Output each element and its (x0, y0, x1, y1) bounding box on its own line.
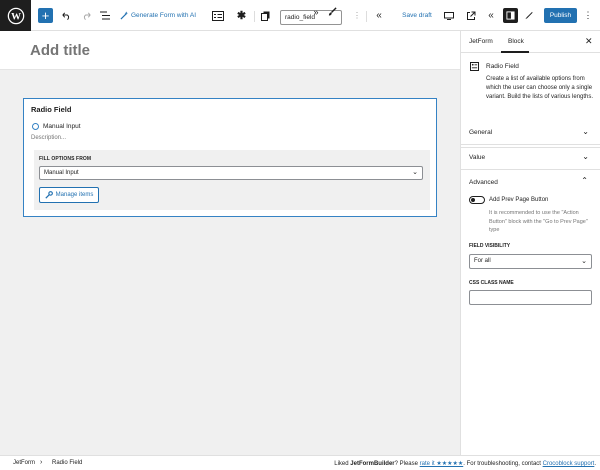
form-fields-icon[interactable] (210, 7, 225, 24)
css-class-input[interactable] (469, 290, 592, 305)
sidebar-tabs: JetForm Block ✕ (461, 31, 600, 53)
prev-page-toggle[interactable] (469, 196, 485, 204)
crocoblock-support-link[interactable]: Crocoblock support (543, 461, 595, 467)
field-visibility-value: For all (474, 258, 491, 264)
document-overview-icon[interactable] (99, 7, 111, 24)
radio-option-label: Manual Input (43, 123, 81, 130)
radio-field-label[interactable]: Radio Field (31, 105, 71, 114)
manage-items-label: Manage items (55, 192, 94, 198)
field-visibility-label: FIELD VISIBILITY (469, 243, 511, 249)
add-block-button[interactable]: + (38, 8, 53, 23)
css-class-label: CSS CLASS NAME (469, 280, 514, 286)
chevron-down-icon: ⌄ (412, 169, 418, 176)
rating-note: Liked JetFormBuilder? Please rate it ★★★… (334, 460, 596, 467)
breadcrumb-current[interactable]: Radio Field (52, 460, 82, 466)
fill-options-value: Manual Input (44, 170, 79, 176)
post-title-input[interactable]: Add title (30, 42, 90, 59)
tab-block[interactable]: Block (508, 38, 524, 45)
toolbar-separator (366, 11, 367, 22)
undo-icon[interactable] (60, 7, 72, 24)
options-menu-icon[interactable]: ⋮ (583, 7, 593, 24)
panel-general[interactable]: General ⌄ (461, 120, 600, 145)
generate-form-ai-button[interactable]: Generate Form with AI (120, 7, 200, 24)
magic-wand-icon (120, 11, 129, 20)
editor-footer: JetForm › Radio Field Liked JetFormBuild… (0, 455, 600, 470)
chevrons-left-icon[interactable]: « (373, 7, 385, 24)
prev-page-help-text: It is recommended to use the "Action But… (489, 210, 588, 233)
chevron-right-icon: › (40, 459, 43, 466)
chevron-down-icon: ⌄ (581, 258, 587, 265)
preview-desktop-icon[interactable] (442, 7, 455, 24)
redo-icon[interactable] (80, 7, 92, 24)
svg-text:W: W (11, 11, 21, 22)
styles-pen-icon[interactable] (522, 7, 534, 24)
panel-advanced-label[interactable]: Advanced (469, 179, 498, 186)
tab-jetform[interactable]: JetForm (469, 38, 493, 45)
note-brand: JetFormBuilder (350, 461, 395, 467)
settings-sidebar-toggle[interactable] (503, 8, 518, 23)
rate-it-link[interactable]: rate it ★★★★★ (420, 461, 464, 467)
fill-options-panel: FILL OPTIONS FROM Manual Input ⌄ Manage … (34, 150, 430, 210)
chevron-down-icon: ⌄ (582, 152, 589, 161)
block-card-title: Radio Field (486, 63, 519, 70)
panel-general-label: General (469, 129, 493, 136)
radio-field-description[interactable]: Description... (31, 135, 66, 141)
field-visibility-select[interactable]: For all ⌄ (469, 254, 592, 269)
radio-option[interactable]: Manual Input (32, 123, 81, 130)
manage-items-button[interactable]: Manage items (39, 187, 99, 203)
publish-button[interactable]: Publish (544, 8, 577, 23)
note-after-rate: . For troubleshooting, contact (463, 461, 543, 467)
panel-value[interactable]: Value ⌄ (461, 145, 600, 170)
block-card-description: Create a list of available options from … (486, 76, 594, 100)
wordpress-icon[interactable]: W (0, 0, 31, 31)
toolbar-separator (254, 11, 255, 22)
close-icon[interactable]: ✕ (585, 36, 593, 47)
prev-page-toggle-label: Add Prev Page Button (489, 197, 549, 203)
radio-list-icon (470, 62, 479, 71)
collapse-chevrons-icon[interactable]: « (485, 7, 497, 24)
save-draft-button[interactable]: Save draft (398, 7, 436, 24)
copy-icon[interactable] (259, 7, 271, 24)
chevron-up-icon[interactable]: ⌃ (581, 176, 588, 185)
paint-brush-icon[interactable] (326, 3, 338, 20)
fill-options-select[interactable]: Manual Input ⌄ (39, 166, 423, 180)
radio-field-block[interactable]: Radio Field Manual Input Description... … (23, 98, 437, 217)
note-mid: ? Please (394, 461, 420, 467)
editor-canvas: Add title Radio Field Manual Input Descr… (0, 31, 460, 455)
toggle-knob (471, 198, 475, 202)
breadcrumb-root[interactable]: JetForm (13, 460, 35, 466)
jetform-asterisk-icon[interactable]: ✱ (235, 7, 248, 24)
panel-value-label: Value (469, 154, 486, 161)
chevron-down-icon: ⌄ (582, 127, 589, 136)
view-form-external-icon[interactable] (464, 7, 477, 24)
generate-form-label: Generate Form with AI (131, 12, 197, 19)
wrench-icon (45, 191, 53, 199)
note-prefix: Liked (334, 461, 351, 467)
chevrons-right-icon[interactable]: » (310, 3, 322, 20)
more-options-vertical-icon[interactable]: ⋮ (352, 7, 362, 24)
editor-toolbar: W + Generate Form with AI ✱ radio_field … (0, 0, 600, 31)
title-area: Add title (0, 31, 460, 70)
radio-button-icon[interactable] (32, 123, 39, 130)
settings-sidebar: JetForm Block ✕ Radio Field Create a lis… (460, 31, 600, 455)
note-end: . (594, 461, 596, 467)
fill-options-label: FILL OPTIONS FROM (39, 156, 92, 162)
